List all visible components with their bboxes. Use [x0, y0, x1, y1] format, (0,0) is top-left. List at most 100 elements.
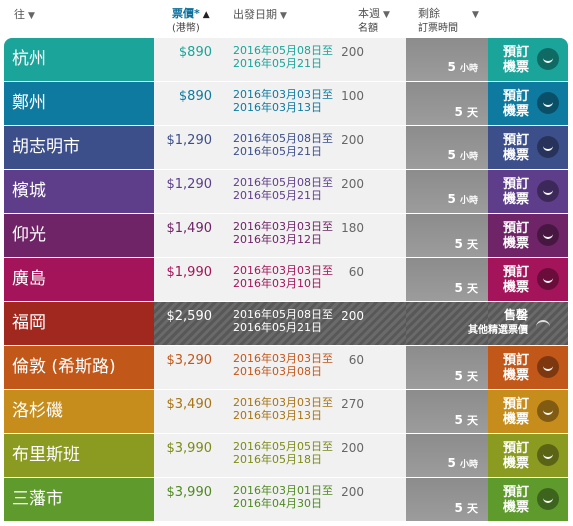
destination-header-label: 往: [14, 8, 25, 21]
weekly-quota: 200: [341, 45, 364, 59]
remaining-count: 5: [454, 369, 463, 383]
fare-price: $2,590: [166, 309, 213, 324]
fare-details: $2,590 2016年05月08日至 2016年05月21日 200: [154, 302, 406, 345]
fare-details: $1,490 2016年03月03日至 2016年03月12日 180: [154, 214, 406, 257]
table-row[interactable]: 廣島 $1,990 2016年03月03日至 2016年03月10日 60 5 天預訂 機票: [4, 258, 568, 302]
destination-city[interactable]: 廣島: [4, 258, 154, 301]
fare-details: $890 2016年05月08日至 2016年05月21日 200: [154, 38, 406, 81]
other-fares-label: 其他精選票價: [468, 325, 528, 336]
smile-icon: [537, 136, 559, 158]
book-label-line2: 機票: [502, 236, 529, 251]
remaining-column-header[interactable]: 剩餘 ▼ 訂票時間: [418, 7, 479, 35]
departure-column-header[interactable]: 出發日期 ▼: [233, 8, 287, 23]
fare-details: $1,290 2016年05月08日至 2016年05月21日 200: [154, 170, 406, 213]
price-unit-label: (港幣): [172, 23, 200, 34]
weekly-quota: 200: [341, 133, 364, 147]
book-label-line2: 機票: [502, 456, 529, 471]
remaining-count: 5: [454, 281, 463, 295]
book-label-line1: 預訂: [502, 45, 529, 60]
remaining-count: 5: [447, 456, 456, 470]
sort-down-icon: ▼: [472, 10, 479, 20]
destination-city[interactable]: 杭州: [4, 38, 154, 81]
table-row[interactable]: 胡志明市 $1,290 2016年05月08日至 2016年05月21日 200 5 小時…: [4, 126, 568, 170]
remaining-unit: 天: [467, 106, 478, 119]
book-ticket-button[interactable]: 預訂 機票: [488, 390, 568, 433]
weekly-quota: 200: [341, 177, 364, 191]
remaining-unit: 天: [467, 502, 478, 515]
weekly-quota: 200: [341, 309, 364, 323]
book-label-line2: 機票: [502, 500, 529, 515]
book-label-line1: 預訂: [502, 221, 529, 236]
destination-city[interactable]: 胡志明市: [4, 126, 154, 169]
weekly-quota: 200: [341, 441, 364, 455]
table-row[interactable]: 仰光 $1,490 2016年03月03日至 2016年03月12日 180 5 天預訂機…: [4, 214, 568, 258]
price-column-header[interactable]: 票價* ▲ (港幣): [172, 7, 210, 35]
destination-city[interactable]: 布里斯班: [4, 434, 154, 477]
sold-out-link[interactable]: 售罄 其他精選票價: [406, 307, 528, 339]
fare-price: $3,490: [166, 397, 213, 412]
table-row[interactable]: 杭州 $890 2016年05月08日至 2016年05月21日 200 5 小時 預訂 機票: [4, 38, 568, 82]
remaining-count: 5: [454, 501, 463, 515]
fare-price: $890: [178, 89, 212, 104]
frown-icon: [536, 320, 550, 328]
table-row[interactable]: 鄭州 $890 2016年03月03日至 2016年03月13日 100 5 天預訂 機票: [4, 82, 568, 126]
book-ticket-button[interactable]: 預訂 機票: [488, 434, 568, 477]
book-ticket-label: 預訂 機票: [498, 221, 534, 251]
remaining-time: 5 天: [406, 82, 488, 125]
fare-details: $1,990 2016年03月03日至 2016年03月10日 60: [154, 258, 406, 301]
table-row[interactable]: 福岡 $2,590 2016年05月08日至 2016年05月21日 200 售罄 其他精選…: [4, 302, 568, 346]
book-label-line2: 機票: [502, 368, 529, 383]
destination-city[interactable]: 鄭州: [4, 82, 154, 125]
book-ticket-button[interactable]: 預訂 機票: [488, 82, 568, 125]
sort-down-icon: ▼: [28, 11, 35, 21]
book-ticket-button[interactable]: 預訂 機票: [488, 214, 568, 257]
book-ticket-label: 預訂 機票: [498, 177, 534, 207]
fare-price: $1,490: [166, 221, 213, 236]
book-label-line2: 機票: [502, 148, 529, 163]
table-row[interactable]: 布里斯班 $3,990 2016年05月05日至 2016年05月18日 200 5 小時…: [4, 434, 568, 478]
fare-price: $890: [178, 45, 212, 60]
book-ticket-button[interactable]: 預訂 機票: [488, 258, 568, 301]
sort-down-icon: ▼: [383, 10, 390, 20]
fare-details: $890 2016年03月03日至 2016年03月13日 100: [154, 82, 406, 125]
book-ticket-label: 預訂 機票: [498, 133, 534, 163]
table-row[interactable]: 三藩市 $3,990 2016年03月01日至 2016年04月30日 200 5 天預訂…: [4, 478, 568, 522]
fare-details: $3,990 2016年05月05日至 2016年05月18日 200: [154, 434, 406, 477]
remaining-unit: 小時: [459, 460, 478, 470]
remaining-count: 5: [454, 237, 463, 251]
remaining-unit: 小時: [459, 196, 478, 206]
table-row[interactable]: 倫敦 (希斯路) $3,290 2016年03月03日至 2016年03月08日 60 5…: [4, 346, 568, 390]
book-label-line2: 機票: [502, 60, 529, 75]
book-ticket-label: 預訂 機票: [498, 265, 534, 295]
book-ticket-button[interactable]: 預訂 機票: [488, 126, 568, 169]
weekly-quota: 270: [341, 397, 364, 411]
book-label-line2: 機票: [502, 280, 529, 295]
book-ticket-button[interactable]: 預訂 機票: [488, 170, 568, 213]
remaining-count: 5: [454, 105, 463, 119]
book-ticket-button[interactable]: 預訂 機票: [488, 478, 568, 521]
book-ticket-button[interactable]: 預訂 機票: [488, 38, 568, 81]
book-ticket-button[interactable]: 預訂 機票: [488, 346, 568, 389]
quota-column-header[interactable]: 本週 ▼ 名額: [358, 7, 390, 35]
fare-price: $3,990: [166, 441, 213, 456]
destination-city[interactable]: 福岡: [4, 302, 154, 345]
destination-city[interactable]: 三藩市: [4, 478, 154, 521]
weekly-quota: 60: [348, 265, 364, 279]
destination-city[interactable]: 檳城: [4, 170, 154, 213]
smile-icon: [537, 92, 559, 114]
table-row[interactable]: 檳城 $1,290 2016年05月08日至 2016年05月21日 200 5 小時 預訂…: [4, 170, 568, 214]
smile-icon: [537, 444, 559, 466]
destination-city[interactable]: 倫敦 (希斯路): [4, 346, 154, 389]
remaining-unit: 天: [467, 370, 478, 383]
table-row[interactable]: 洛杉磯 $3,490 2016年03月03日至 2016年03月13日 270 5 天預訂…: [4, 390, 568, 434]
book-label-line1: 預訂: [502, 397, 529, 412]
remaining-time: 5 天: [406, 346, 488, 389]
destination-column-header[interactable]: 往 ▼: [14, 8, 35, 23]
destination-city[interactable]: 仰光: [4, 214, 154, 257]
sort-down-icon: ▼: [280, 11, 287, 21]
remaining-time: 5 小時: [406, 434, 488, 477]
book-ticket-label: 預訂 機票: [498, 441, 534, 471]
book-label-line1: 預訂: [502, 353, 529, 368]
fare-price: $1,290: [166, 133, 213, 148]
destination-city[interactable]: 洛杉磯: [4, 390, 154, 433]
